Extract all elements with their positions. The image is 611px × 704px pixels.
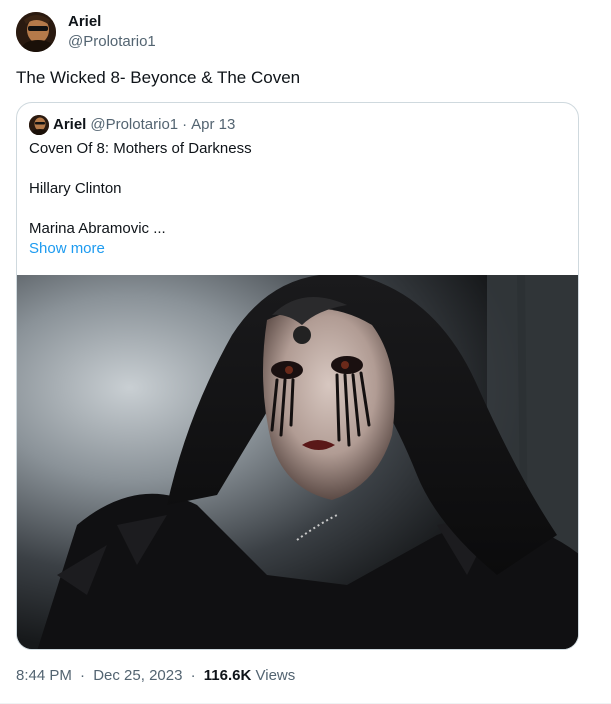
author-handle[interactable]: @Prolotario1 bbox=[68, 32, 156, 52]
author-display-name[interactable]: Ariel bbox=[68, 12, 156, 32]
tweet-date[interactable]: Dec 25, 2023 bbox=[93, 667, 182, 684]
quoted-line: Marina Abramovic ... bbox=[29, 220, 166, 237]
quoted-handle: @Prolotario1 bbox=[90, 116, 179, 133]
views-label: Views bbox=[255, 667, 296, 684]
quoted-avatar bbox=[29, 115, 49, 135]
tweet-text: The Wicked 8- Beyonce & The Coven bbox=[16, 68, 301, 87]
show-more-link[interactable]: Show more bbox=[29, 239, 252, 259]
avatar-image-icon bbox=[16, 12, 56, 52]
author-block: Ariel @Prolotario1 bbox=[68, 12, 156, 52]
meta-separator: · bbox=[190, 667, 196, 684]
avatar[interactable] bbox=[16, 12, 56, 52]
quoted-date: Apr 13 bbox=[191, 116, 236, 133]
quoted-display-name: Ariel bbox=[53, 116, 87, 133]
meta-separator: · bbox=[80, 667, 86, 684]
quoted-separator: · bbox=[182, 116, 188, 133]
tweet-header: Ariel @Prolotario1 bbox=[16, 12, 156, 52]
quoted-tweet-header: Ariel @Prolotario1 · Apr 13 bbox=[29, 115, 235, 135]
quoted-media-image[interactable] bbox=[17, 275, 578, 649]
quoted-tweet-text: Coven Of 8: Mothers of Darkness Hillary … bbox=[29, 139, 252, 259]
dark-veiled-woman-image-icon bbox=[17, 275, 578, 649]
quoted-line: Hillary Clinton bbox=[29, 180, 122, 197]
avatar-image-icon bbox=[29, 115, 49, 135]
views-count[interactable]: 116.6K bbox=[204, 667, 252, 684]
quoted-tweet-card[interactable]: Ariel @Prolotario1 · Apr 13 Coven Of 8: … bbox=[16, 102, 579, 650]
quoted-line: Coven Of 8: Mothers of Darkness bbox=[29, 140, 252, 157]
tweet-time[interactable]: 8:44 PM bbox=[16, 667, 72, 684]
tweet-meta: 8:44 PM · Dec 25, 2023 · 116.6K Views bbox=[16, 666, 295, 686]
